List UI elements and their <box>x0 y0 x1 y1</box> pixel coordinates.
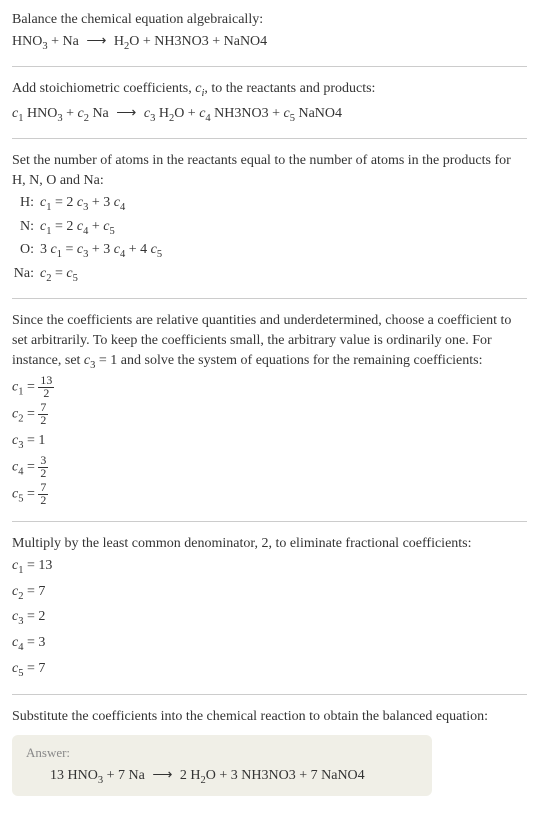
divider <box>12 694 527 695</box>
coef-c2: c2 = 7 <box>12 581 527 606</box>
text: , to the reactants and products: <box>204 81 375 96</box>
coef-c2: c2 = 72 <box>12 402 527 428</box>
atom-equation: 3 c1 = c3 + 3 c4 + 4 c5 <box>40 239 162 263</box>
section-solve: Since the coefficients are relative quan… <box>12 311 527 508</box>
coef-c4: c4 = 32 <box>12 455 527 481</box>
coef-c1: c1 = 132 <box>12 375 527 401</box>
atom-row-n: N: c1 = 2 c4 + c5 <box>12 216 162 240</box>
atom-equation: c2 = c5 <box>40 263 78 287</box>
section-title: Balance the chemical equation algebraica… <box>12 10 527 30</box>
section-coefficients: Add stoichiometric coefficients, ci, to … <box>12 79 527 126</box>
section-multiply: Multiply by the least common denominator… <box>12 534 527 683</box>
section-title: Add stoichiometric coefficients, ci, to … <box>12 79 527 101</box>
atom-label: H: <box>12 192 40 213</box>
atom-equations: H: c1 = 2 c3 + 3 c4 N: c1 = 2 c4 + c5 O:… <box>12 192 162 286</box>
atom-row-o: O: 3 c1 = c3 + 3 c4 + 4 c5 <box>12 239 162 263</box>
section-balance: Balance the chemical equation algebraica… <box>12 10 527 54</box>
answer-box: Answer: 13 HNO3 + 7 Na ⟶ 2 H2O + 3 NH3NO… <box>12 735 432 796</box>
equation-unbalanced: HNO3 + Na ⟶ H2O + NH3NO3 + NaNO4 <box>12 32 527 54</box>
atom-row-h: H: c1 = 2 c3 + 3 c4 <box>12 192 162 216</box>
section-title: Set the number of atoms in the reactants… <box>12 151 527 190</box>
atom-equation: c1 = 2 c4 + c5 <box>40 216 115 240</box>
section-substitute: Substitute the coefficients into the che… <box>12 707 527 795</box>
atom-label: N: <box>12 216 40 237</box>
coef-c5: c5 = 7 <box>12 658 527 683</box>
divider <box>12 66 527 67</box>
section-title: Multiply by the least common denominator… <box>12 534 527 554</box>
equation-with-coefs: c1 HNO3 + c2 Na ⟶ c3 H2O + c4 NH3NO3 + c… <box>12 104 527 126</box>
divider <box>12 138 527 139</box>
coef-c1: c1 = 13 <box>12 555 527 580</box>
atom-equation: c1 = 2 c3 + 3 c4 <box>40 192 125 216</box>
coef-c5: c5 = 72 <box>12 482 527 508</box>
atom-label: Na: <box>12 263 40 284</box>
atom-label: O: <box>12 239 40 260</box>
section-title: Since the coefficients are relative quan… <box>12 311 527 373</box>
atom-row-na: Na: c2 = c5 <box>12 263 162 287</box>
coef-c3: c3 = 2 <box>12 606 527 631</box>
divider <box>12 521 527 522</box>
coef-c4: c4 = 3 <box>12 632 527 657</box>
text: Add stoichiometric coefficients, <box>12 81 195 96</box>
section-atoms: Set the number of atoms in the reactants… <box>12 151 527 286</box>
balanced-equation: 13 HNO3 + 7 Na ⟶ 2 H2O + 3 NH3NO3 + 7 Na… <box>26 767 418 786</box>
coef-c3: c3 = 1 <box>12 430 527 455</box>
divider <box>12 298 527 299</box>
section-title: Substitute the coefficients into the che… <box>12 707 527 727</box>
answer-label: Answer: <box>26 745 418 761</box>
